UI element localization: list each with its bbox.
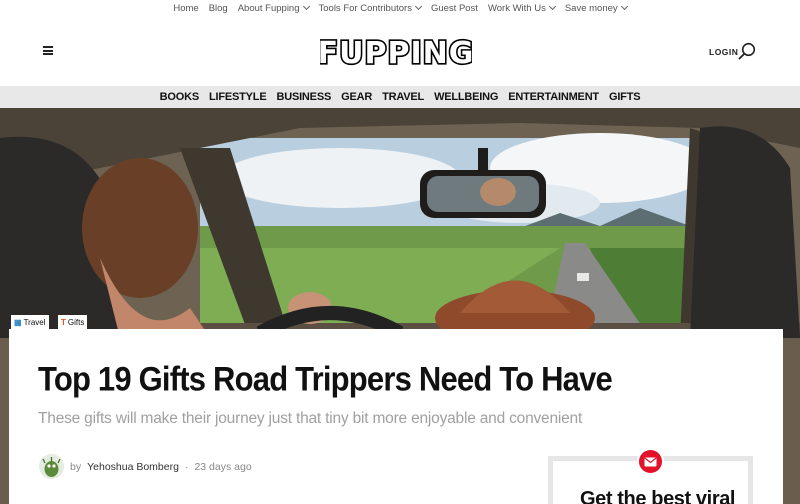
topnav-save-money[interactable]: Save money	[564, 2, 628, 14]
topnav-guest-post-label: Guest Post	[430, 2, 478, 14]
tag-gifts-label: Gifts	[67, 317, 85, 327]
chevron-down-icon	[548, 2, 556, 11]
chevron-down-icon	[414, 2, 422, 11]
category-business[interactable]: BUSINESS	[276, 91, 331, 103]
topnav-guest-post[interactable]: Guest Post	[431, 3, 478, 14]
gift-icon: T	[61, 317, 66, 327]
topnav-tools-label: Tools For Contributors	[318, 2, 412, 14]
mail-icon[interactable]	[637, 448, 664, 475]
topnav-about[interactable]: About Fupping	[237, 2, 310, 14]
category-gifts[interactable]: GIFTS	[609, 91, 641, 103]
login-link[interactable]: LOGIN	[709, 47, 738, 57]
category-travel[interactable]: TRAVEL	[382, 91, 424, 103]
tag-travel-label: Travel	[23, 317, 46, 327]
category-wellbeing[interactable]: WELLBEING	[434, 91, 498, 103]
topnav-home[interactable]: Home	[173, 3, 198, 14]
article-subtitle: These gifts will make their journey just…	[38, 410, 583, 427]
byline: by Yehoshua Bomberg · 23 days ago	[39, 454, 252, 479]
category-nav: BOOKS LIFESTYLE BUSINESS GEAR TRAVEL WEL…	[0, 86, 800, 108]
topnav-tools[interactable]: Tools For Contributors	[318, 2, 422, 14]
site-header: FUPPING LOGIN	[0, 16, 800, 86]
search-icon[interactable]	[738, 42, 756, 60]
tag-gifts[interactable]: T Gifts	[58, 315, 88, 329]
chevron-down-icon	[620, 2, 628, 11]
chevron-down-icon	[302, 2, 310, 11]
logo-text: FUPPING	[320, 36, 472, 70]
byline-separator: ·	[184, 460, 189, 473]
travel-icon: ▦	[14, 317, 22, 327]
article-title[interactable]: Top 19 Gifts Road Trippers Need To Have	[38, 359, 613, 399]
topnav-blog-label: Blog	[208, 2, 228, 14]
topnav-home-label: Home	[173, 2, 199, 14]
topnav-about-label: About Fupping	[237, 2, 300, 14]
topnav-save-money-label: Save money	[564, 2, 618, 14]
newsletter-title: Get the best viral	[580, 488, 736, 504]
byline-prefix: by	[70, 460, 82, 473]
category-lifestyle[interactable]: LIFESTYLE	[209, 91, 267, 103]
avatar[interactable]	[39, 454, 64, 479]
tag-travel[interactable]: ▦ Travel	[11, 315, 49, 329]
topnav-work-with-us[interactable]: Work With Us	[487, 2, 556, 14]
author-name[interactable]: Yehoshua Bomberg	[87, 461, 179, 473]
topnav-work-label: Work With Us	[487, 2, 546, 14]
hamburger-menu-icon[interactable]	[43, 46, 53, 55]
category-books[interactable]: BOOKS	[160, 91, 200, 103]
site-logo[interactable]: FUPPING	[320, 32, 472, 70]
publish-date: 23 days ago	[194, 460, 252, 473]
category-gear[interactable]: GEAR	[341, 91, 372, 103]
category-entertainment[interactable]: ENTERTAINMENT	[508, 91, 599, 103]
top-utility-nav: Home Blog About Fupping Tools For Contri…	[0, 0, 800, 16]
topnav-blog[interactable]: Blog	[209, 3, 228, 14]
